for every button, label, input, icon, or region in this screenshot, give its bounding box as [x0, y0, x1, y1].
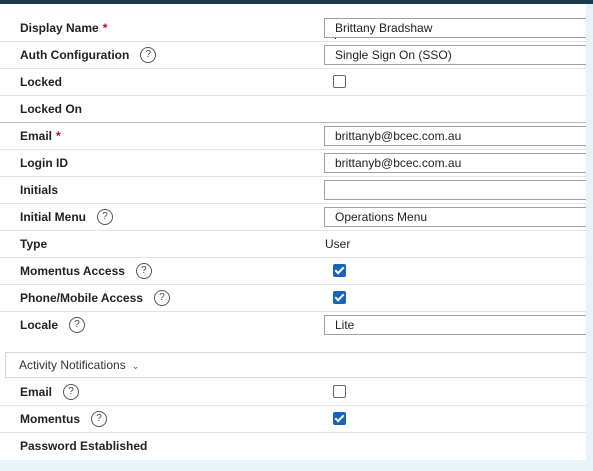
row-notification-email: Email ?	[0, 379, 586, 406]
help-icon[interactable]: ?	[69, 317, 86, 333]
row-notification-momentus: Momentus ?	[0, 406, 586, 433]
momentus-access-checkbox[interactable]	[333, 264, 346, 277]
row-login-id: Login ID brittanyb@bcec.com.au	[0, 150, 586, 177]
row-email: Email * brittanyb@bcec.com.au	[0, 123, 586, 150]
notification-email-label-text: Email	[20, 385, 53, 399]
help-icon[interactable]: ?	[140, 47, 157, 63]
row-initial-menu: Initial Menu ? Operations Menu	[0, 204, 586, 231]
row-type: Type User	[0, 231, 586, 258]
right-gutter	[586, 4, 593, 460]
initials-input[interactable]	[324, 180, 586, 200]
row-initials: Initials	[0, 177, 586, 204]
locale-label: Locale ?	[20, 312, 86, 338]
initial-menu-select[interactable]: Operations Menu	[324, 207, 586, 227]
phone-mobile-access-label: Phone/Mobile Access ?	[20, 285, 170, 311]
user-form-panel: Display Name * Brittany Bradshaw Auth Co…	[0, 4, 586, 460]
locale-select[interactable]: Lite	[324, 315, 586, 335]
locked-label: Locked	[20, 75, 63, 89]
row-locked: Locked	[0, 69, 586, 96]
email-label-text: Email	[20, 129, 53, 143]
notification-momentus-checkbox[interactable]	[333, 412, 346, 425]
locale-label-text: Locale	[20, 318, 59, 332]
login-id-input[interactable]: brittanyb@bcec.com.au	[324, 153, 586, 173]
help-icon[interactable]: ?	[91, 411, 107, 427]
notification-email-checkbox[interactable]	[333, 385, 346, 398]
activity-notifications-toggle[interactable]: Activity Notifications ⌄	[19, 353, 139, 378]
activity-notifications-section[interactable]: Activity Notifications ⌄	[5, 352, 586, 378]
display-name-input[interactable]: Brittany Bradshaw	[324, 18, 586, 38]
row-display-name: Display Name * Brittany Bradshaw	[0, 15, 586, 42]
required-marker: *	[56, 129, 61, 143]
initials-label: Initials	[20, 183, 59, 197]
initial-menu-label: Initial Menu ?	[20, 204, 113, 230]
phone-mobile-access-checkbox[interactable]	[333, 291, 346, 304]
login-id-label: Login ID	[20, 156, 68, 170]
momentus-access-label-text: Momentus Access	[20, 264, 125, 278]
password-established-label: Password Established	[20, 439, 148, 453]
chevron-down-icon: ⌄	[131, 361, 140, 371]
row-momentus-access: Momentus Access ?	[0, 258, 586, 285]
phone-mobile-access-label-text: Phone/Mobile Access	[20, 291, 143, 305]
notification-momentus-label: Momentus ?	[20, 406, 107, 432]
display-name-label-text: Display Name	[20, 21, 99, 35]
row-password-established: Password Established	[0, 433, 586, 460]
auth-configuration-select[interactable]: Single Sign On (SSO)	[324, 45, 586, 65]
help-icon[interactable]: ?	[135, 263, 152, 279]
locked-on-label: Locked On	[20, 102, 83, 116]
email-input[interactable]: brittanyb@bcec.com.au	[324, 126, 586, 146]
auth-configuration-label: Auth Configuration ?	[20, 42, 157, 68]
momentus-access-label: Momentus Access ?	[20, 258, 152, 284]
display-name-label: Display Name *	[20, 15, 107, 41]
row-auth-configuration: Auth Configuration ? Single Sign On (SSO…	[0, 42, 586, 69]
row-locale: Locale ? Lite	[0, 312, 586, 339]
row-phone-mobile-access: Phone/Mobile Access ?	[0, 285, 586, 312]
email-label: Email *	[20, 123, 61, 149]
row-locked-on: Locked On	[0, 96, 586, 123]
locked-checkbox[interactable]	[333, 75, 346, 88]
notification-email-label: Email ?	[20, 379, 80, 405]
type-label: Type	[20, 237, 48, 251]
help-icon[interactable]: ?	[63, 384, 80, 400]
help-icon[interactable]: ?	[97, 209, 113, 225]
activity-notifications-label: Activity Notifications	[19, 358, 126, 372]
notification-momentus-label-text: Momentus	[20, 412, 80, 426]
auth-configuration-label-text: Auth Configuration	[20, 48, 130, 62]
type-value: User	[325, 237, 351, 251]
help-icon[interactable]: ?	[153, 290, 170, 306]
required-marker: *	[102, 21, 108, 35]
initial-menu-label-text: Initial Menu	[20, 210, 86, 224]
